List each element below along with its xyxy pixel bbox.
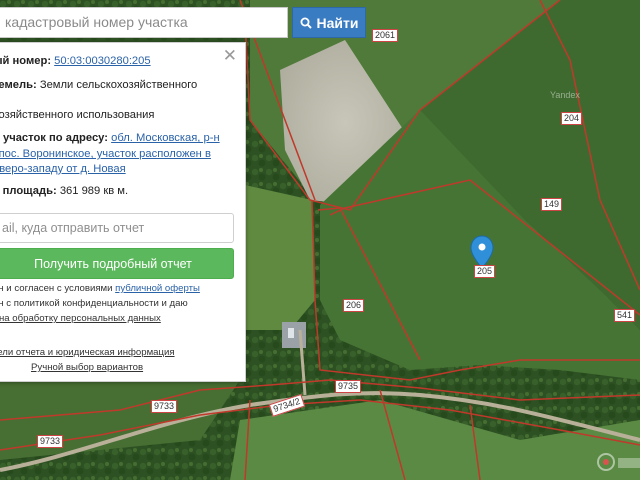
parcel-label-541[interactable]: 541 bbox=[614, 309, 636, 322]
cadastral-number-row: ый номер: 50:03:0030280:205 bbox=[0, 55, 151, 67]
parcel-label-149[interactable]: 149 bbox=[541, 198, 563, 211]
parcel-label-205[interactable]: 205 bbox=[474, 265, 496, 278]
land-category-row: земель: Земли сельскохозяйственного bbox=[0, 79, 197, 91]
consent-offer: ен и согласен с условиями публичной офер… bbox=[0, 283, 200, 294]
parcel-label-9733[interactable]: 9733 bbox=[37, 435, 64, 448]
report-details-link[interactable]: тели отчета и юридическая информация bbox=[0, 347, 175, 358]
yandex-watermark: Yandex bbox=[550, 90, 580, 100]
area-row: я площадь: 361 989 кв м. bbox=[0, 185, 128, 197]
grass-field-west bbox=[245, 185, 315, 330]
public-offer-link[interactable]: публичной оферты bbox=[115, 283, 200, 294]
address-row: й участок по адресу: обл. Московская, р-… bbox=[0, 132, 220, 144]
search-icon bbox=[300, 17, 312, 29]
address-line-3[interactable]: еверо-западу от д. Новая bbox=[0, 163, 126, 175]
land-category-label: земель: bbox=[0, 79, 37, 91]
find-button-label: Найти bbox=[316, 14, 359, 31]
email-field[interactable] bbox=[0, 213, 234, 243]
parcel-label-206[interactable]: 206 bbox=[343, 299, 365, 312]
consent-privacy-text: ен с политикой конфиденциальности и даю bbox=[0, 298, 188, 309]
search-field[interactable] bbox=[0, 7, 288, 38]
area-value: 361 989 кв м. bbox=[59, 185, 129, 197]
search-input[interactable] bbox=[5, 14, 275, 30]
parcel-label-9735[interactable]: 9735 bbox=[335, 380, 362, 393]
brand-logo-icon bbox=[597, 453, 640, 471]
cadastral-number-label: ый номер: bbox=[0, 55, 52, 67]
address-label: й участок по адресу: bbox=[0, 132, 108, 144]
cadastral-number-value[interactable]: 50:03:0030280:205 bbox=[54, 55, 150, 67]
close-icon[interactable]: ✕ bbox=[223, 47, 237, 65]
find-button[interactable]: Найти bbox=[292, 7, 366, 38]
manual-selection-link[interactable]: Ручной выбор вариантов bbox=[31, 362, 143, 373]
parcel-info-panel: ✕ ый номер: 50:03:0030280:205 земель: Зе… bbox=[0, 42, 246, 382]
parcel-label-2061[interactable]: 2061 bbox=[372, 29, 399, 42]
area-label: я площадь: bbox=[0, 185, 57, 197]
parcel-label-204[interactable]: 204 bbox=[561, 112, 583, 125]
consent-offer-text: ен и согласен с условиями bbox=[0, 283, 113, 294]
address-line-2[interactable]: спос. Воронинское, участок расположен в bbox=[0, 148, 211, 160]
parcel-label-9733[interactable]: 9733 bbox=[151, 400, 178, 413]
land-category-value: Земли сельскохозяйственного bbox=[39, 79, 198, 91]
address-line-1[interactable]: обл. Московская, р-н bbox=[111, 132, 220, 144]
get-report-button[interactable]: Получить подробный отчет bbox=[0, 248, 234, 279]
personal-data-link[interactable]: на обработку персональных данных bbox=[0, 313, 161, 324]
email-input[interactable] bbox=[2, 221, 222, 235]
building-roof bbox=[288, 328, 294, 338]
land-use-value: хозяйственного использования bbox=[0, 109, 155, 121]
